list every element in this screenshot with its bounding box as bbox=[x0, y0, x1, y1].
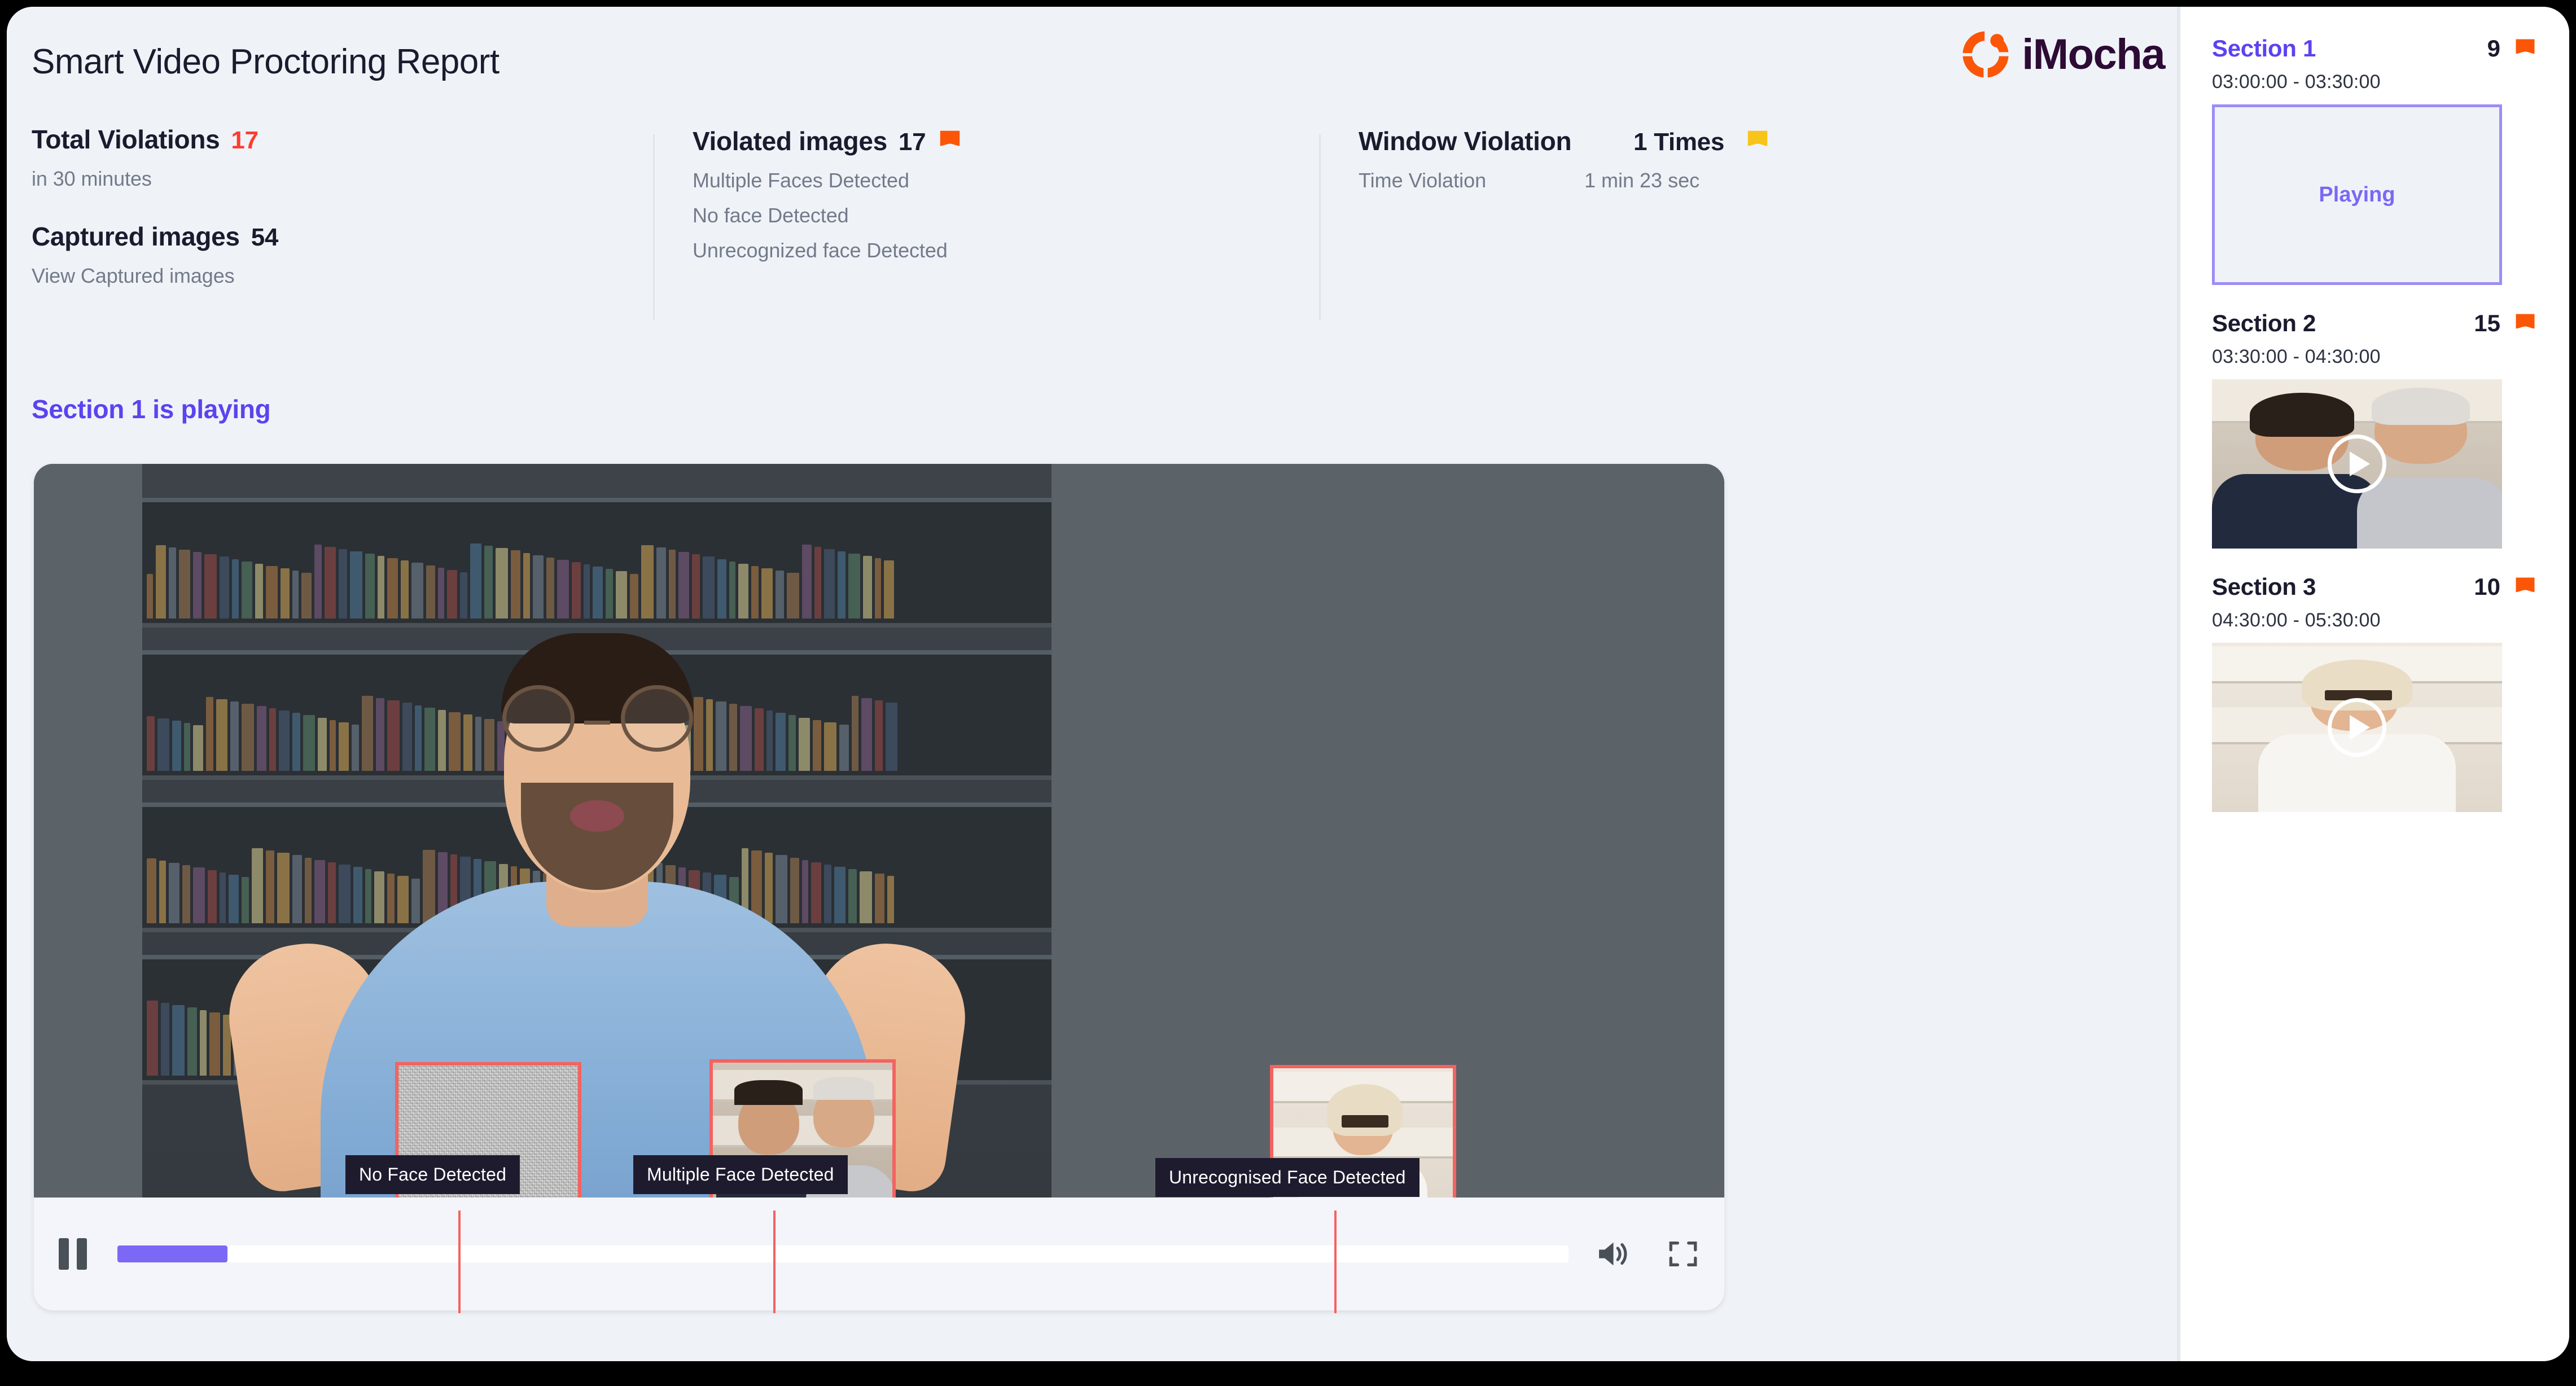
letterbox-left bbox=[34, 464, 142, 1198]
section-title: Section 1 bbox=[2212, 35, 2316, 62]
volume-high-icon[interactable] bbox=[1593, 1238, 1631, 1270]
section-violation-count: 9 bbox=[2487, 35, 2500, 62]
timeline-marker bbox=[458, 1210, 461, 1313]
total-violations-sub: in 30 minutes bbox=[32, 167, 152, 190]
section-thumbnail[interactable] bbox=[2212, 643, 2502, 812]
sidebar-item-section-2[interactable]: Section 2 15 03:30:00 - 04:30:00 bbox=[2212, 310, 2538, 549]
video-frame bbox=[142, 464, 1052, 1198]
page-title: Smart Video Proctoring Report bbox=[32, 42, 500, 81]
stat-captured-images: Captured images 54 View Captured images bbox=[32, 221, 653, 288]
section-time-range: 03:30:00 - 04:30:00 bbox=[2212, 346, 2381, 367]
timeline-marker bbox=[773, 1210, 776, 1313]
captured-images-value: 54 bbox=[251, 223, 279, 251]
main-panel: Smart Video Proctoring Report iMocha Tot… bbox=[7, 7, 2177, 1361]
violated-images-label: Violated images bbox=[693, 126, 887, 156]
section-title: Section 3 bbox=[2212, 573, 2316, 600]
violation-label-unrecognised-face: Unrecognised Face Detected bbox=[1155, 1158, 1420, 1197]
flag-icon bbox=[2513, 311, 2538, 336]
section-violation-count: 10 bbox=[2474, 573, 2500, 600]
window-violation-label: Window Violation bbox=[1359, 126, 1572, 156]
violated-images-value: 17 bbox=[898, 128, 926, 156]
violated-item: Multiple Faces Detected bbox=[693, 169, 909, 192]
play-icon[interactable] bbox=[2328, 698, 2386, 757]
total-violations-value: 17 bbox=[231, 126, 259, 154]
beard bbox=[520, 783, 673, 890]
report-card: Smart Video Proctoring Report iMocha Tot… bbox=[7, 7, 2569, 1361]
total-violations-label: Total Violations bbox=[32, 125, 220, 154]
sidebar-item-section-1[interactable]: Section 1 9 03:00:00 - 03:30:00 Playing bbox=[2212, 35, 2538, 285]
playing-label: Playing bbox=[2319, 182, 2395, 207]
view-captured-images-link[interactable]: View Captured images bbox=[32, 264, 653, 288]
stat-window-violation: Window Violation 1 Times Time Violation … bbox=[1319, 124, 1940, 327]
captured-images-label: Captured images bbox=[32, 222, 240, 251]
window-violation-value: 1 Times bbox=[1633, 128, 1724, 156]
imocha-logo: iMocha bbox=[1960, 28, 2165, 80]
imocha-wordmark: iMocha bbox=[2022, 30, 2165, 78]
fullscreen-icon[interactable] bbox=[1667, 1238, 1699, 1270]
imocha-ring-icon bbox=[1962, 31, 2009, 78]
flag-icon bbox=[2513, 574, 2538, 599]
section-thumbnail-playing[interactable]: Playing bbox=[2212, 104, 2502, 285]
section-time-range: 04:30:00 - 05:30:00 bbox=[2212, 609, 2381, 631]
pause-icon[interactable] bbox=[59, 1238, 90, 1270]
summary-stats: Total Violations 17 in 30 minutes Captur… bbox=[7, 124, 2177, 327]
stat-total-violations: Total Violations 17 in 30 minutes Captur… bbox=[7, 124, 653, 327]
glasses-left-lens bbox=[502, 685, 575, 752]
time-violation-value: 1 min 23 sec bbox=[1584, 169, 1700, 192]
player-controls bbox=[34, 1198, 1724, 1310]
mouth bbox=[569, 800, 624, 832]
violation-label-no-face: No Face Detected bbox=[345, 1155, 520, 1194]
stat-violated-images: Violated images 17 Multiple Faces Detect… bbox=[653, 124, 1319, 327]
flag-icon bbox=[937, 128, 963, 153]
flag-icon bbox=[1745, 128, 1771, 153]
violated-item: No face Detected bbox=[693, 204, 849, 227]
video-player[interactable] bbox=[34, 464, 1724, 1310]
section-thumbnail[interactable] bbox=[2212, 379, 2502, 549]
timeline-marker bbox=[1334, 1210, 1337, 1313]
section-violation-count: 15 bbox=[2474, 310, 2500, 336]
section-time-range: 03:00:00 - 03:30:00 bbox=[2212, 71, 2381, 93]
glasses-bridge bbox=[584, 721, 610, 725]
progress-fill bbox=[117, 1245, 228, 1262]
sections-sidebar: Section 1 9 03:00:00 - 03:30:00 Playing … bbox=[2177, 7, 2569, 1361]
flag-icon bbox=[2513, 36, 2538, 61]
video-stage[interactable] bbox=[34, 464, 1724, 1198]
play-icon[interactable] bbox=[2328, 435, 2386, 493]
violated-item: Unrecognized face Detected bbox=[693, 239, 948, 262]
glasses-right-lens bbox=[620, 685, 693, 752]
now-playing-caption: Section 1 is playing bbox=[32, 394, 271, 424]
time-violation-label: Time Violation bbox=[1359, 169, 1487, 192]
violation-label-multiple-face: Multiple Face Detected bbox=[633, 1155, 848, 1194]
section-title: Section 2 bbox=[2212, 310, 2316, 336]
progress-bar[interactable] bbox=[117, 1245, 1569, 1262]
sidebar-item-section-3[interactable]: Section 3 10 04:30:00 - 05:30:00 bbox=[2212, 573, 2538, 812]
